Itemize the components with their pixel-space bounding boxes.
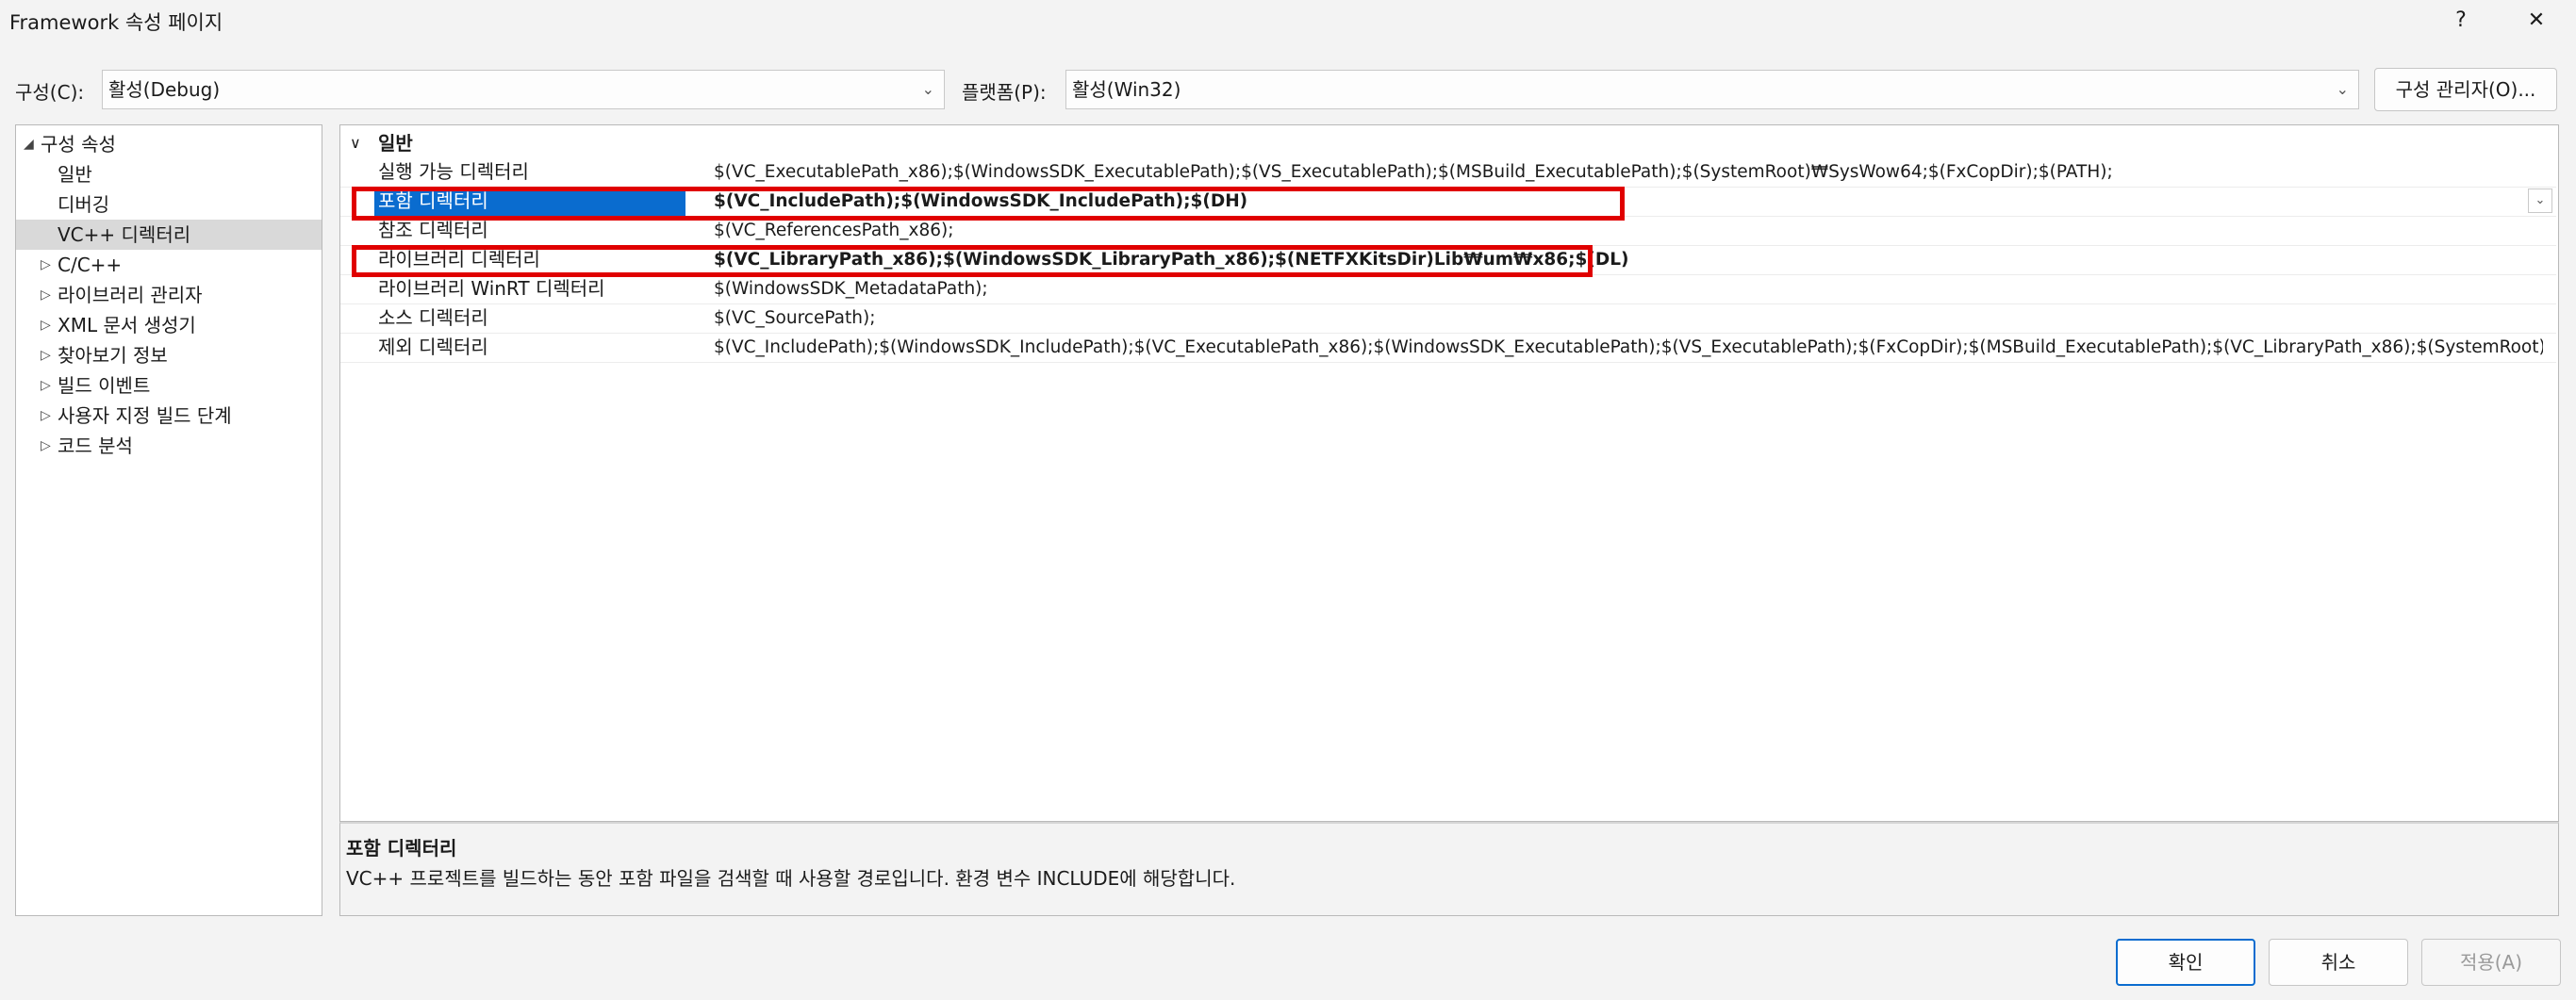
property-row-winrt-library-dirs[interactable]: 라이브러리 WinRT 디렉터리 $(WindowsSDK_MetadataPa… <box>340 274 2556 304</box>
chevron-down-icon[interactable]: ⌄ <box>2528 189 2552 213</box>
tree-item-label: 찾아보기 정보 <box>58 344 168 367</box>
tree-item-label: 코드 분석 <box>58 434 133 457</box>
close-button[interactable]: ✕ <box>2508 4 2565 38</box>
property-grid: ∨ 일반 실행 가능 디렉터리 $(VC_ExecutablePath_x86)… <box>339 124 2559 822</box>
tree-item-label: XML 문서 생성기 <box>58 314 196 336</box>
property-row-executable-dirs[interactable]: 실행 가능 디렉터리 $(VC_ExecutablePath_x86);$(Wi… <box>340 157 2556 188</box>
tree-item-config-properties[interactable]: ◢ 구성 속성 <box>16 129 322 159</box>
red-highlight-box-library <box>352 245 1593 277</box>
window-title: Framework 속성 페이지 <box>9 11 223 34</box>
tree-item-general[interactable]: 일반 <box>16 159 322 189</box>
apply-button[interactable]: 적용(A) <box>2421 939 2561 986</box>
cancel-button[interactable]: 취소 <box>2269 939 2408 986</box>
tree-item-xml-doc-generator[interactable]: ▷ XML 문서 생성기 <box>16 310 322 340</box>
chevron-down-icon: ⌄ <box>2336 80 2349 98</box>
tree-item-cpp[interactable]: ▷ C/C++ <box>16 250 322 280</box>
tree-item-debugging[interactable]: 디버깅 <box>16 189 322 220</box>
title-bar: Framework 속성 페이지 ? ✕ <box>0 0 2576 41</box>
category-label: 일반 <box>378 132 413 155</box>
property-name: 제외 디렉터리 <box>378 336 488 358</box>
tree-item-vc-directories[interactable]: VC++ 디렉터리 <box>16 220 322 250</box>
expand-icon[interactable]: ▷ <box>41 250 51 280</box>
property-value[interactable]: $(VC_IncludePath);$(WindowsSDK_IncludePa… <box>714 333 2543 362</box>
chevron-down-icon: ⌄ <box>921 80 934 98</box>
config-select[interactable]: 활성(Debug) ⌄ <box>102 70 945 109</box>
tree-item-label: 일반 <box>58 163 92 186</box>
property-row-exclude-dirs[interactable]: 제외 디렉터리 $(VC_IncludePath);$(WindowsSDK_I… <box>340 333 2556 363</box>
platform-label: 플랫폼(P): <box>962 81 1047 104</box>
config-label: 구성(C): <box>15 81 85 104</box>
expand-icon[interactable]: ◢ <box>24 129 34 159</box>
tree-item-browse-info[interactable]: ▷ 찾아보기 정보 <box>16 340 322 370</box>
description-text: VC++ 프로젝트를 빌드하는 동안 포함 파일을 검색할 때 사용할 경로입니… <box>346 867 1236 890</box>
property-name: 라이브러리 WinRT 디렉터리 <box>378 277 605 300</box>
tree-item-label: 사용자 지정 빌드 단계 <box>58 404 232 427</box>
category-general[interactable]: ∨ 일반 <box>340 129 2556 157</box>
property-row-source-dirs[interactable]: 소스 디렉터리 $(VC_SourcePath); <box>340 303 2556 334</box>
tree-item-label: C/C++ <box>58 254 123 276</box>
tree-item-code-analysis[interactable]: ▷ 코드 분석 <box>16 431 322 461</box>
property-value[interactable]: $(VC_ExecutablePath_x86);$(WindowsSDK_Ex… <box>714 157 2543 187</box>
property-tree: ◢ 구성 속성 일반 디버깅 VC++ 디렉터리 ▷ C/C++ ▷ 라이브러리… <box>15 124 322 916</box>
description-panel: 포함 디렉터리 VC++ 프로젝트를 빌드하는 동안 포함 파일을 검색할 때 … <box>339 822 2559 916</box>
description-title: 포함 디렉터리 <box>346 837 457 860</box>
expand-icon[interactable]: ▷ <box>41 431 51 461</box>
expand-icon[interactable]: ▷ <box>41 310 51 340</box>
config-value: 활성(Debug) <box>108 78 221 101</box>
tree-item-label: 디버깅 <box>58 193 110 216</box>
red-highlight-box-include <box>352 187 1625 221</box>
tree-item-librarian[interactable]: ▷ 라이브러리 관리자 <box>16 280 322 310</box>
property-name: 소스 디렉터리 <box>378 306 488 329</box>
property-value[interactable]: $(VC_SourcePath); <box>714 303 2543 333</box>
expand-icon[interactable]: ▷ <box>41 370 51 401</box>
expand-icon[interactable]: ▷ <box>41 340 51 370</box>
tree-item-label: 구성 속성 <box>41 133 116 156</box>
ok-button[interactable]: 확인 <box>2116 939 2255 986</box>
tree-item-build-events[interactable]: ▷ 빌드 이벤트 <box>16 370 322 401</box>
property-value[interactable]: $(WindowsSDK_MetadataPath); <box>714 274 2543 303</box>
tree-item-label: VC++ 디렉터리 <box>58 223 191 246</box>
property-name: 실행 가능 디렉터리 <box>378 160 529 183</box>
expand-icon[interactable]: ▷ <box>41 280 51 310</box>
configuration-manager-button[interactable]: 구성 관리자(O)... <box>2374 68 2557 111</box>
tree-item-label: 라이브러리 관리자 <box>58 284 203 306</box>
help-button[interactable]: ? <box>2433 4 2489 38</box>
tree-item-custom-build-step[interactable]: ▷ 사용자 지정 빌드 단계 <box>16 401 322 431</box>
platform-select[interactable]: 활성(Win32) ⌄ <box>1065 70 2359 109</box>
tree-item-label: 빌드 이벤트 <box>58 374 151 397</box>
expand-icon[interactable]: ▷ <box>41 401 51 431</box>
collapse-icon[interactable]: ∨ <box>350 129 361 157</box>
platform-value: 활성(Win32) <box>1072 78 1181 101</box>
